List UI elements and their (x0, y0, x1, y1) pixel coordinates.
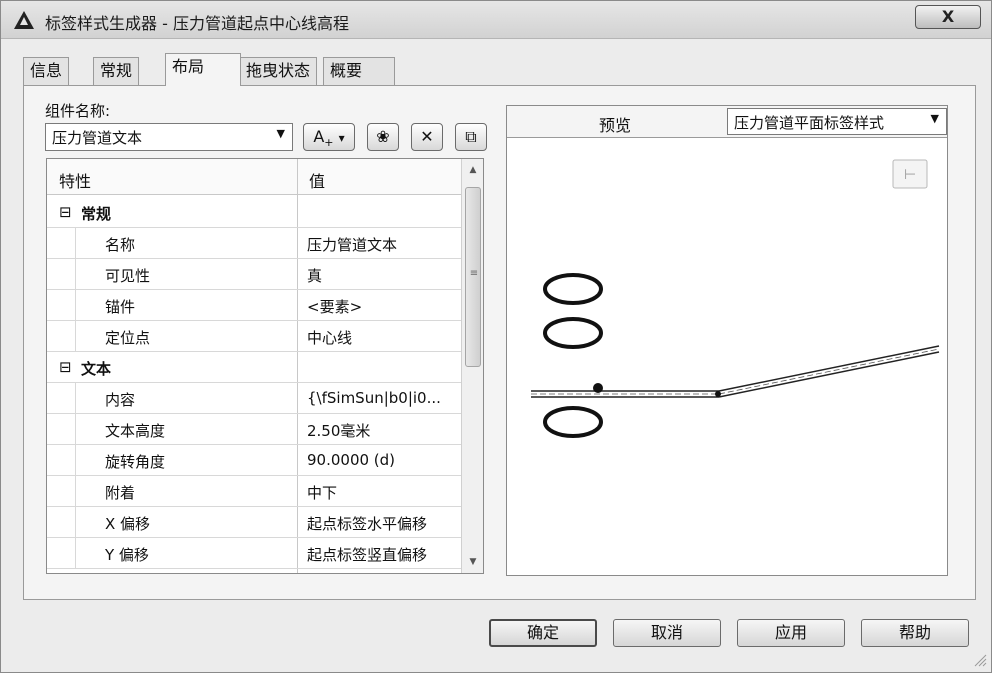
property-value[interactable]: {\fSimSun|b0|i0... (307, 389, 457, 407)
component-name-value: 压力管道文本 (52, 129, 143, 147)
property-row[interactable]: 锚件 <要素> (47, 290, 461, 321)
tab-layout[interactable]: 布局 (165, 53, 241, 86)
collapse-icon[interactable]: ⊟ (59, 358, 72, 376)
label-text-glyph (543, 273, 603, 305)
property-row[interactable]: 文本高度 2.50毫米 (47, 414, 461, 445)
apply-button[interactable]: 应用 (737, 619, 845, 647)
draw-order-icon: ⧉ (465, 127, 477, 146)
property-name: 可见性 (105, 267, 151, 285)
property-name: 名称 (105, 236, 136, 254)
group-label: 文本 (81, 360, 112, 378)
property-row[interactable]: 名称 压力管道文本 (47, 228, 461, 259)
group-label: 常规 (81, 205, 112, 223)
property-name: 附着 (105, 484, 136, 502)
property-name: 定位点 (105, 329, 151, 347)
property-name: 内容 (105, 391, 136, 409)
property-row[interactable]: 旋转角度 90.0000 (d) (47, 445, 461, 476)
scroll-down-arrow-icon[interactable]: ▼ (462, 557, 483, 567)
cancel-button[interactable]: 取消 (613, 619, 721, 647)
delete-icon: ✕ (420, 127, 434, 146)
tab-general[interactable]: 常规 (93, 57, 140, 85)
preview-style-select[interactable]: 压力管道平面标签样式 ▼ (727, 108, 947, 135)
component-name-label: 组件名称: (45, 102, 111, 120)
property-row[interactable]: 附着 中下 (47, 476, 461, 507)
zoom-extents-icon: ⊢ (904, 167, 916, 183)
collapse-icon[interactable]: ⊟ (59, 203, 72, 221)
pipe-start-point (593, 383, 603, 393)
property-value[interactable]: 2.50毫米 (307, 420, 457, 441)
create-text-component-button[interactable]: A+ ▾ (303, 123, 355, 151)
label-text-glyph (543, 317, 603, 349)
property-name: X 偏移 (105, 515, 151, 533)
delete-component-button[interactable]: ✕ (411, 123, 443, 151)
property-grid-header: 特性 值 (47, 159, 461, 195)
resize-grip-icon[interactable] (971, 651, 987, 667)
grip-icon: ≡ (469, 268, 479, 279)
scrollbar-thumb[interactable]: ≡ (465, 187, 481, 367)
copy-component-button[interactable]: ❀ (367, 123, 399, 151)
label-style-composer-dialog: 标签样式生成器 - 压力管道起点中心线高程 X 信息 常规 布局 拖曳状态 概要… (0, 0, 992, 673)
group-row-text[interactable]: ⊟ 文本 (47, 352, 461, 383)
copy-component-icon: ❀ (376, 127, 390, 146)
property-column-header: 特性 (59, 172, 92, 191)
preview-header: 预览 压力管道平面标签样式 ▼ (507, 106, 947, 138)
property-value[interactable]: 起点标签竖直偏移 (307, 544, 457, 565)
property-row[interactable]: 可见性 真 (47, 259, 461, 290)
label-text-glyph (543, 406, 603, 438)
tab-summary[interactable]: 概要 (323, 57, 395, 85)
property-value[interactable]: 中下 (307, 482, 457, 503)
chevron-down-icon: ▼ (930, 112, 939, 125)
chevron-down-icon: ▾ (338, 131, 345, 145)
title-bar: 标签样式生成器 - 压力管道起点中心线高程 X (1, 1, 991, 39)
text-component-icon: A+ (313, 127, 334, 150)
pipe-vertex (715, 391, 721, 397)
pipe-segment (718, 351, 940, 398)
component-draw-order-button[interactable]: ⧉ (455, 123, 487, 151)
property-value[interactable]: <要素> (307, 296, 457, 317)
property-value[interactable]: 压力管道文本 (307, 234, 457, 255)
preview-pane: 预览 压力管道平面标签样式 ▼ ⊢ (506, 105, 948, 576)
tab-info[interactable]: 信息 (23, 57, 70, 85)
window-title: 标签样式生成器 - 压力管道起点中心线高程 (45, 14, 349, 33)
property-name: Y 偏移 (105, 546, 149, 564)
tab-dragged-state[interactable]: 拖曳状态 (239, 57, 318, 85)
component-name-select[interactable]: 压力管道文本 ▼ (45, 123, 293, 151)
property-name: 旋转角度 (105, 453, 166, 471)
property-row[interactable]: Y 偏移 起点标签竖直偏移 (47, 538, 461, 569)
pipe-segment (718, 345, 940, 392)
scroll-up-arrow-icon[interactable]: ▲ (462, 165, 483, 175)
property-value[interactable]: 起点标签水平偏移 (307, 513, 457, 534)
pipe-segment (718, 348, 940, 395)
autocad-app-icon (14, 11, 34, 29)
help-button[interactable]: 帮助 (861, 619, 969, 647)
property-name: 锚件 (105, 298, 136, 316)
preview-canvas[interactable]: ⊢ (507, 138, 947, 575)
property-name: 文本高度 (105, 422, 166, 440)
property-value[interactable]: 真 (307, 265, 457, 286)
property-row[interactable]: 定位点 中心线 (47, 321, 461, 352)
preview-style-value: 压力管道平面标签样式 (734, 114, 885, 132)
group-row-general[interactable]: ⊟ 常规 (47, 197, 461, 228)
close-button[interactable]: X (915, 5, 981, 29)
property-value[interactable]: 90.0000 (d) (307, 451, 457, 469)
ok-button[interactable]: 确定 (489, 619, 597, 647)
chevron-down-icon: ▼ (276, 127, 285, 140)
property-grid: 特性 值 ⊟ 常规 名称 压力管道文本 可见性 真 锚件 <要素> 定位点 中心… (46, 158, 484, 574)
property-grid-scrollbar[interactable]: ▲ ≡ ▼ (461, 159, 483, 573)
preview-label: 预览 (599, 116, 632, 135)
value-column-header: 值 (309, 172, 326, 191)
property-row[interactable]: X 偏移 起点标签水平偏移 (47, 507, 461, 538)
property-row[interactable]: 内容 {\fSimSun|b0|i0... (47, 383, 461, 414)
property-value[interactable]: 中心线 (307, 327, 457, 348)
